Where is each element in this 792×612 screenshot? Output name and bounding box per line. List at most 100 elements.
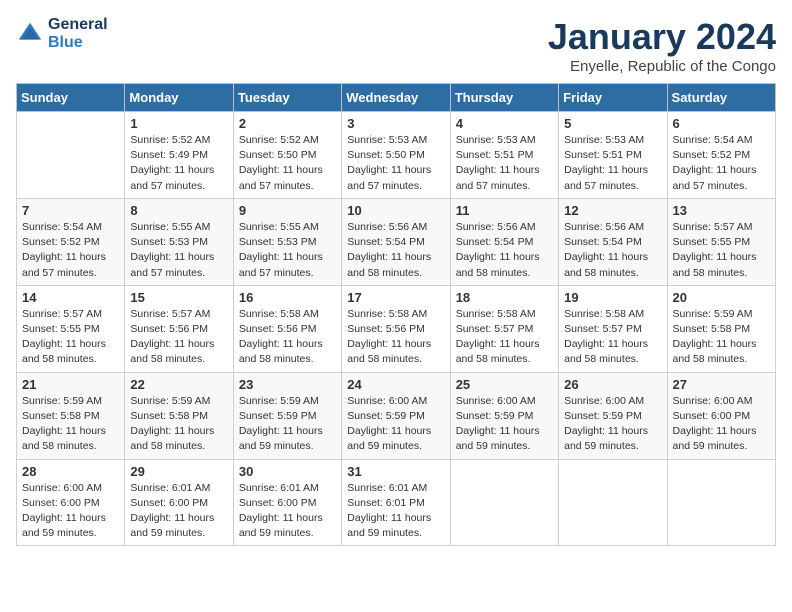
- calendar-cell: 7 Sunrise: 5:54 AM Sunset: 5:52 PM Daylig…: [17, 198, 125, 285]
- calendar-cell: 26Sunrise: 6:00 AM Sunset: 5:59 PM Dayli…: [559, 372, 667, 459]
- day-info: Sunrise: 6:01 AM Sunset: 6:00 PM Dayligh…: [239, 481, 336, 542]
- logo-text: General Blue: [48, 16, 108, 52]
- day-info: Sunrise: 5:53 AM Sunset: 5:51 PM Dayligh…: [564, 133, 661, 194]
- day-info: Sunrise: 5:52 AM Sunset: 5:49 PM Dayligh…: [130, 133, 227, 194]
- calendar-cell: 5Sunrise: 5:53 AM Sunset: 5:51 PM Daylig…: [559, 112, 667, 199]
- day-info: Sunrise: 5:59 AM Sunset: 5:59 PM Dayligh…: [239, 394, 336, 455]
- day-number: 23: [239, 377, 336, 392]
- header-friday: Friday: [559, 84, 667, 112]
- calendar-cell: 3 Sunrise: 5:53 AM Sunset: 5:50 PM Daylig…: [342, 112, 450, 199]
- calendar-cell: 2Sunrise: 5:52 AM Sunset: 5:50 PM Daylig…: [233, 112, 341, 199]
- day-info: Sunrise: 6:00 AM Sunset: 5:59 PM Dayligh…: [456, 394, 553, 455]
- calendar-cell: 20 Sunrise: 5:59 AM Sunset: 5:58 PM Dayli…: [667, 285, 775, 372]
- calendar-cell: 14 Sunrise: 5:57 AM Sunset: 5:55 PM Dayli…: [17, 285, 125, 372]
- calendar-cell: 19 Sunrise: 5:58 AM Sunset: 5:57 PM Dayli…: [559, 285, 667, 372]
- header-thursday: Thursday: [450, 84, 558, 112]
- day-info: Sunrise: 5:59 AM Sunset: 5:58 PM Dayligh…: [22, 394, 119, 455]
- calendar-header-row: SundayMondayTuesdayWednesdayThursdayFrid…: [17, 84, 776, 112]
- day-number: 2: [239, 116, 336, 131]
- day-info: Sunrise: 6:00 AM Sunset: 5:59 PM Dayligh…: [564, 394, 661, 455]
- logo: General Blue: [16, 16, 108, 52]
- calendar-cell: 24 Sunrise: 6:00 AM Sunset: 5:59 PM Dayli…: [342, 372, 450, 459]
- header-monday: Monday: [125, 84, 233, 112]
- day-info: Sunrise: 5:57 AM Sunset: 5:55 PM Dayligh…: [22, 307, 119, 368]
- calendar-cell: 18 Sunrise: 5:58 AM Sunset: 5:57 PM Dayli…: [450, 285, 558, 372]
- day-number: 24: [347, 377, 444, 392]
- calendar-cell: 25Sunrise: 6:00 AM Sunset: 5:59 PM Dayli…: [450, 372, 558, 459]
- calendar-cell: 21 Sunrise: 5:59 AM Sunset: 5:58 PM Dayli…: [17, 372, 125, 459]
- day-number: 17: [347, 290, 444, 305]
- day-info: Sunrise: 5:58 AM Sunset: 5:57 PM Dayligh…: [564, 307, 661, 368]
- day-number: 4: [456, 116, 553, 131]
- day-number: 21: [22, 377, 119, 392]
- day-info: Sunrise: 5:54 AM Sunset: 5:52 PM Dayligh…: [22, 220, 119, 281]
- calendar-cell: 8Sunrise: 5:55 AM Sunset: 5:53 PM Daylig…: [125, 198, 233, 285]
- calendar-week-2: 7 Sunrise: 5:54 AM Sunset: 5:52 PM Daylig…: [17, 198, 776, 285]
- day-info: Sunrise: 5:58 AM Sunset: 5:57 PM Dayligh…: [456, 307, 553, 368]
- day-info: Sunrise: 5:58 AM Sunset: 5:56 PM Dayligh…: [347, 307, 444, 368]
- header-sunday: Sunday: [17, 84, 125, 112]
- day-info: Sunrise: 5:55 AM Sunset: 5:53 PM Dayligh…: [130, 220, 227, 281]
- page-header: General Blue January 2024 Enyelle, Repub…: [16, 16, 776, 75]
- location: Enyelle, Republic of the Congo: [548, 58, 776, 75]
- day-info: Sunrise: 6:01 AM Sunset: 6:00 PM Dayligh…: [130, 481, 227, 542]
- day-number: 15: [130, 290, 227, 305]
- day-number: 6: [673, 116, 770, 131]
- calendar-cell: 22Sunrise: 5:59 AM Sunset: 5:58 PM Dayli…: [125, 372, 233, 459]
- day-number: 20: [673, 290, 770, 305]
- day-number: 29: [130, 464, 227, 479]
- day-info: Sunrise: 5:56 AM Sunset: 5:54 PM Dayligh…: [564, 220, 661, 281]
- day-number: 14: [22, 290, 119, 305]
- day-number: 28: [22, 464, 119, 479]
- day-number: 19: [564, 290, 661, 305]
- calendar-week-5: 28 Sunrise: 6:00 AM Sunset: 6:00 PM Dayli…: [17, 459, 776, 546]
- calendar-cell: 31 Sunrise: 6:01 AM Sunset: 6:01 PM Dayli…: [342, 459, 450, 546]
- day-info: Sunrise: 5:54 AM Sunset: 5:52 PM Dayligh…: [673, 133, 770, 194]
- calendar-cell: 15 Sunrise: 5:57 AM Sunset: 5:56 PM Dayli…: [125, 285, 233, 372]
- calendar-cell: 30 Sunrise: 6:01 AM Sunset: 6:00 PM Dayli…: [233, 459, 341, 546]
- day-info: Sunrise: 5:56 AM Sunset: 5:54 PM Dayligh…: [456, 220, 553, 281]
- calendar-cell: 1 Sunrise: 5:52 AM Sunset: 5:49 PM Daylig…: [125, 112, 233, 199]
- day-info: Sunrise: 5:57 AM Sunset: 5:55 PM Dayligh…: [673, 220, 770, 281]
- day-number: 12: [564, 203, 661, 218]
- day-info: Sunrise: 5:53 AM Sunset: 5:50 PM Dayligh…: [347, 133, 444, 194]
- day-info: Sunrise: 5:59 AM Sunset: 5:58 PM Dayligh…: [673, 307, 770, 368]
- logo-icon: [16, 20, 44, 48]
- calendar-cell: [450, 459, 558, 546]
- day-number: 1: [130, 116, 227, 131]
- day-number: 7: [22, 203, 119, 218]
- day-info: Sunrise: 6:00 AM Sunset: 5:59 PM Dayligh…: [347, 394, 444, 455]
- day-info: Sunrise: 6:00 AM Sunset: 6:00 PM Dayligh…: [673, 394, 770, 455]
- calendar-week-3: 14 Sunrise: 5:57 AM Sunset: 5:55 PM Dayli…: [17, 285, 776, 372]
- day-number: 22: [130, 377, 227, 392]
- day-number: 31: [347, 464, 444, 479]
- day-info: Sunrise: 6:00 AM Sunset: 6:00 PM Dayligh…: [22, 481, 119, 542]
- calendar-cell: 27Sunrise: 6:00 AM Sunset: 6:00 PM Dayli…: [667, 372, 775, 459]
- calendar-cell: [667, 459, 775, 546]
- calendar-cell: 9Sunrise: 5:55 AM Sunset: 5:53 PM Daylig…: [233, 198, 341, 285]
- month-title: January 2024: [548, 16, 776, 58]
- day-number: 18: [456, 290, 553, 305]
- calendar-cell: 16 Sunrise: 5:58 AM Sunset: 5:56 PM Dayli…: [233, 285, 341, 372]
- day-number: 30: [239, 464, 336, 479]
- day-number: 10: [347, 203, 444, 218]
- calendar-table: SundayMondayTuesdayWednesdayThursdayFrid…: [16, 83, 776, 546]
- day-info: Sunrise: 5:56 AM Sunset: 5:54 PM Dayligh…: [347, 220, 444, 281]
- calendar-cell: 23 Sunrise: 5:59 AM Sunset: 5:59 PM Dayli…: [233, 372, 341, 459]
- day-number: 11: [456, 203, 553, 218]
- day-number: 16: [239, 290, 336, 305]
- calendar-cell: 29 Sunrise: 6:01 AM Sunset: 6:00 PM Dayli…: [125, 459, 233, 546]
- day-info: Sunrise: 5:58 AM Sunset: 5:56 PM Dayligh…: [239, 307, 336, 368]
- day-info: Sunrise: 6:01 AM Sunset: 6:01 PM Dayligh…: [347, 481, 444, 542]
- calendar-cell: 12 Sunrise: 5:56 AM Sunset: 5:54 PM Dayli…: [559, 198, 667, 285]
- calendar-cell: 10 Sunrise: 5:56 AM Sunset: 5:54 PM Dayli…: [342, 198, 450, 285]
- calendar-cell: 28 Sunrise: 6:00 AM Sunset: 6:00 PM Dayli…: [17, 459, 125, 546]
- day-info: Sunrise: 5:53 AM Sunset: 5:51 PM Dayligh…: [456, 133, 553, 194]
- day-number: 3: [347, 116, 444, 131]
- calendar-week-1: 1 Sunrise: 5:52 AM Sunset: 5:49 PM Daylig…: [17, 112, 776, 199]
- calendar-cell: 11 Sunrise: 5:56 AM Sunset: 5:54 PM Dayli…: [450, 198, 558, 285]
- day-number: 9: [239, 203, 336, 218]
- day-info: Sunrise: 5:57 AM Sunset: 5:56 PM Dayligh…: [130, 307, 227, 368]
- header-saturday: Saturday: [667, 84, 775, 112]
- calendar-week-4: 21 Sunrise: 5:59 AM Sunset: 5:58 PM Dayli…: [17, 372, 776, 459]
